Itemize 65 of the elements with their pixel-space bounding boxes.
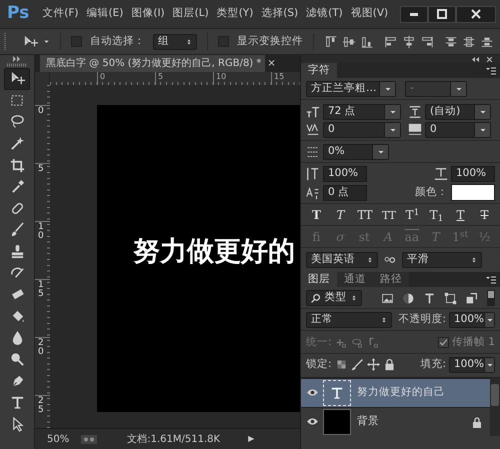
ruler-label: 15 (274, 72, 284, 81)
baseline-shift-field[interactable]: 0 点 (323, 184, 367, 200)
menu-item[interactable]: 文件(F) (38, 6, 83, 22)
layer-name: 背景 (357, 414, 379, 429)
canvas-text: 努力做更好的 (133, 237, 296, 267)
menu-item[interactable]: 视图(V) (346, 6, 392, 22)
tracking-select[interactable]: 0 (425, 122, 491, 138)
lock-label: 锁定: (306, 356, 332, 372)
menu-item[interactable]: 图像(I) (127, 6, 169, 22)
panel-tab[interactable]: 路径 (373, 272, 409, 287)
opacity-field[interactable]: 100% (449, 312, 495, 328)
info-menu-arrow[interactable]: ▶ (248, 433, 254, 445)
opacity-label: 不透明度: (398, 312, 446, 328)
language-select[interactable]: 美国英语 (306, 252, 378, 268)
checkbox-label: 传播帧 1 (452, 335, 495, 350)
layer-row[interactable]: 努力做更好的自己 (301, 378, 490, 407)
leading-select[interactable]: (自动) (425, 104, 491, 120)
text-style-button[interactable]: T$^{1}$ (402, 208, 423, 223)
menu-item[interactable]: 选择(S) (257, 6, 302, 22)
ruler-label: 20 (38, 339, 44, 357)
panel-tab[interactable]: 字符 (301, 63, 337, 78)
horizontal-scale-field[interactable]: 100% (451, 166, 495, 182)
auto-select-target-select[interactable]: 组 (153, 34, 197, 50)
menu-item[interactable]: 编辑(E) (82, 6, 128, 22)
fill-label: 填充: (420, 356, 446, 372)
ruler-label: 5 (158, 72, 164, 81)
app-logo: Ps (6, 2, 30, 26)
text-style-button[interactable]: T (330, 208, 351, 223)
vertical-scale-field[interactable]: 100% (323, 166, 367, 182)
panel-tab[interactable]: 图层 (301, 272, 337, 287)
text-style-button[interactable]: TT (354, 208, 375, 223)
tsume-select[interactable]: 0% (323, 144, 389, 160)
font-size-select[interactable]: 72 点 (323, 104, 401, 120)
ruler-label: 5 (38, 165, 44, 174)
kerning-select[interactable]: 0 (323, 122, 401, 138)
ruler-label: 25 (38, 397, 44, 415)
ruler-label: 0 (38, 107, 44, 116)
ruler-label: 15 (38, 281, 44, 299)
menu-item[interactable]: 滤镜(T) (302, 6, 347, 22)
ruler-label: 0 (100, 72, 106, 81)
document-title: 黑底白字 @ 50% (努力做更好的自己, RGB/8) * (46, 56, 262, 71)
text-style-button[interactable]: T (306, 208, 327, 223)
fill-field[interactable]: 100% (449, 356, 495, 373)
ruler-label: 10 (38, 223, 44, 241)
text-style-button[interactable]: TT (378, 208, 399, 223)
zoom-level: 50% (47, 432, 70, 446)
ruler-label: 10 (216, 72, 226, 81)
layer-filter-select[interactable]: 类型 (306, 290, 362, 306)
text-style-button[interactable]: T (450, 208, 471, 223)
layer-name: 努力做更好的自己 (357, 384, 445, 400)
blend-mode-select[interactable]: 正常 (306, 312, 392, 328)
checkbox-label: 自动选择： (90, 34, 145, 49)
font-family-select[interactable]: 方正兰亭粗… (306, 81, 396, 97)
text-style-button[interactable]: T (474, 208, 495, 223)
menu-item[interactable]: 图层(L) (168, 6, 213, 22)
text-style-button[interactable]: T$_{1}$ (426, 208, 447, 223)
menu-item[interactable]: 类型(Y) (212, 6, 258, 22)
document-info: 文档:1.61M/511.8K (127, 432, 220, 446)
checkbox-label: 显示变换控件 (237, 34, 303, 49)
layer-row[interactable]: 背景 (301, 406, 490, 436)
panel-tab[interactable]: 通道 (337, 272, 373, 287)
anti-alias-select[interactable]: 平滑 (402, 252, 482, 268)
unify-label: 统一: (306, 335, 332, 350)
color-label: 颜色： (415, 184, 448, 200)
tab-close-button[interactable]: × (267, 56, 276, 71)
